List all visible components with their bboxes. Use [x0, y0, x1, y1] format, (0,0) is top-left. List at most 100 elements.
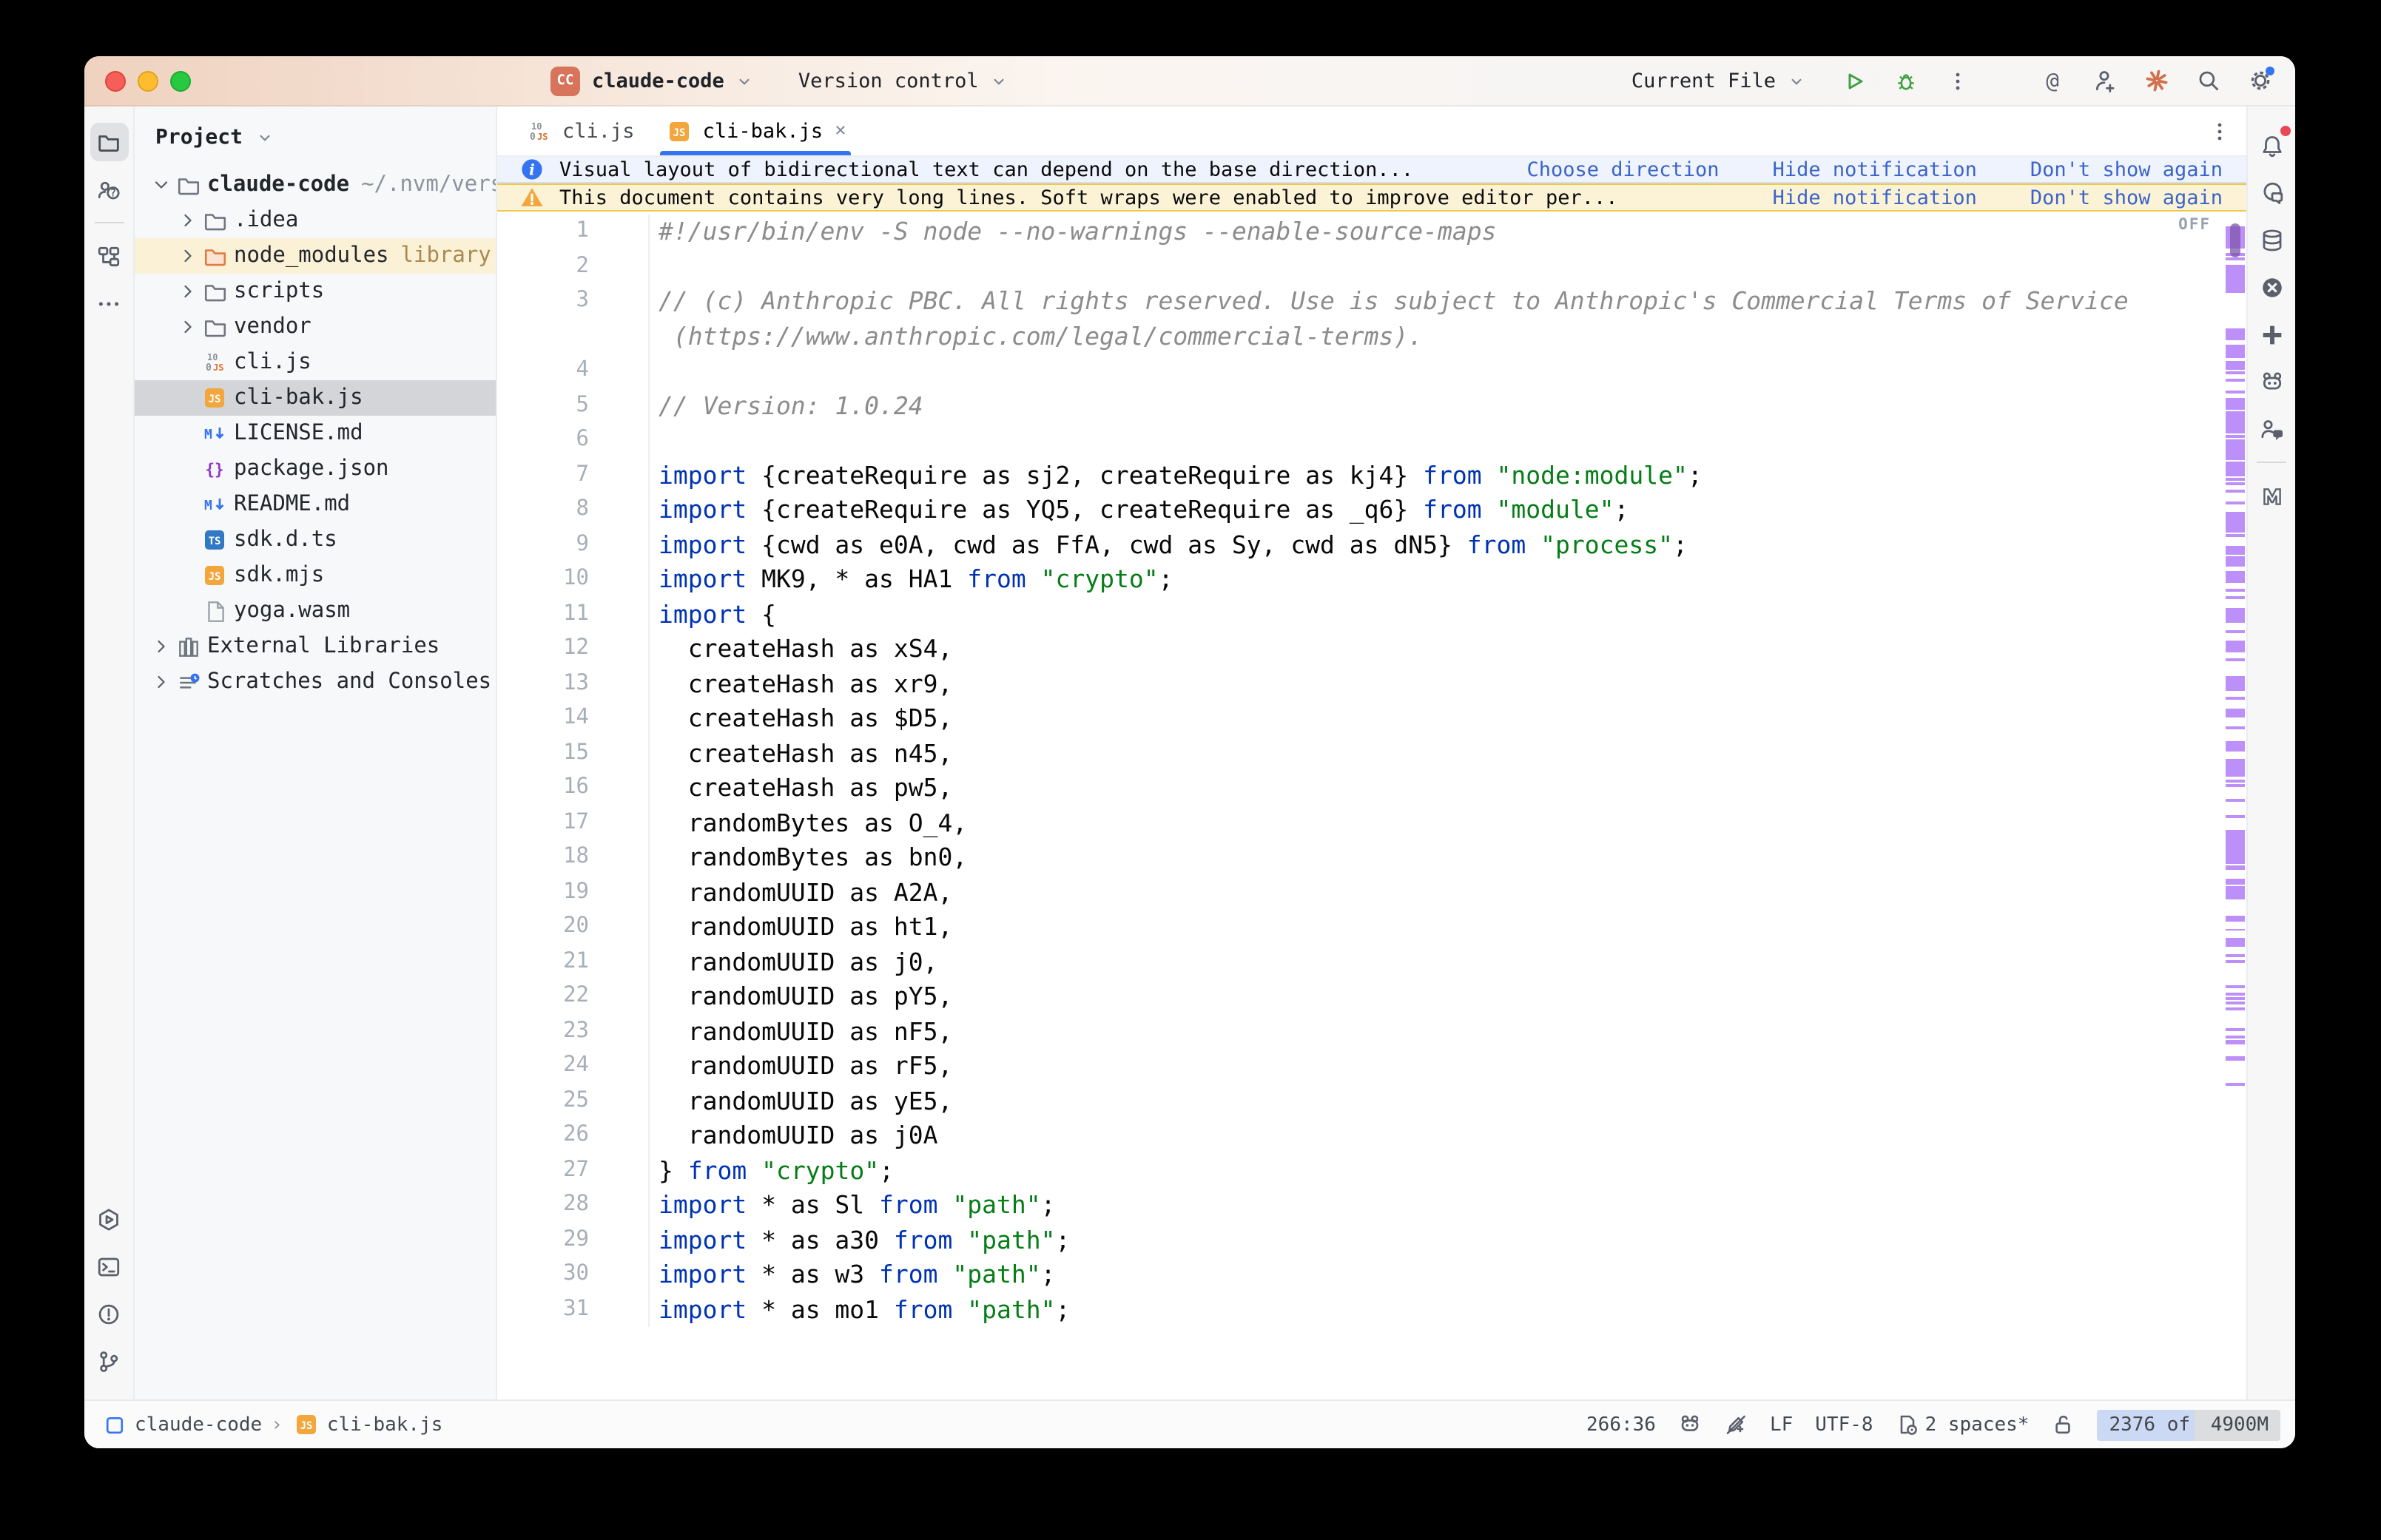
notification-banner-warning: This document contains very long lines. … — [497, 183, 2246, 212]
breadcrumb-item-claude-code[interactable]: claude-code — [99, 1414, 262, 1436]
code-line: 1#!/usr/bin/env -S node --no-warnings --… — [497, 215, 2246, 249]
tool-stripe-ai-chat-icon[interactable] — [2252, 173, 2291, 212]
vcs-change-marker — [2226, 697, 2245, 700]
tree-item-license-md[interactable]: MLICENSE.md — [135, 416, 496, 451]
tool-stripe-bell-icon[interactable] — [2252, 126, 2291, 164]
run-button[interactable] — [1839, 66, 1869, 95]
tool-stripe-more-ellipsis[interactable] — [90, 284, 128, 322]
chevron-right-icon[interactable] — [176, 246, 200, 266]
vcs-change-marker — [2226, 445, 2245, 460]
tree-item-label: sdk.mjs — [234, 564, 324, 587]
minimize-window-button[interactable] — [138, 70, 158, 91]
tree-item-package-json[interactable]: {}package.json — [135, 451, 496, 487]
tab-bar-options-icon[interactable] — [2208, 107, 2246, 155]
tool-stripe-git-branch[interactable] — [90, 1342, 128, 1380]
tree-item-yoga-wasm[interactable]: yoga.wasm — [135, 593, 496, 629]
tree-item-scratches-and-consoles[interactable]: Scratches and Consoles — [135, 664, 496, 700]
chevron-right-icon[interactable] — [176, 210, 200, 231]
code-line: 7import {createRequire as sj2, createReq… — [497, 458, 2246, 493]
caret-position-widget[interactable]: 266:36 — [1586, 1414, 1656, 1436]
tool-stripe-project-folder[interactable] — [90, 123, 128, 161]
line-separator-widget[interactable]: LF — [1770, 1414, 1793, 1436]
settings-icon[interactable] — [2245, 66, 2274, 95]
code-line: 21 randomUUID as j0, — [497, 945, 2246, 979]
encoding-widget[interactable]: UTF-8 — [1815, 1414, 1873, 1436]
tool-stripe-x-circle-icon[interactable] — [2252, 268, 2291, 306]
copilot-status-icon[interactable] — [1678, 1413, 1702, 1436]
vcs-change-marker — [2226, 482, 2245, 484]
tree-item-vendor[interactable]: vendor — [135, 309, 496, 345]
close-tab-icon[interactable]: × — [835, 120, 846, 142]
code-line: 9import {cwd as e0A, cwd as FfA, cwd as … — [497, 527, 2246, 562]
line-number: 22 — [497, 979, 595, 1014]
fold-gutter — [595, 1153, 650, 1188]
tree-item-sdk-mjs[interactable]: JSsdk.mjs — [135, 558, 496, 593]
code-text — [650, 249, 659, 284]
tree-item-cli-bak-js[interactable]: JScli-bak.js — [135, 380, 496, 416]
chevron-right-icon[interactable] — [149, 672, 173, 692]
tool-stripe-problems[interactable] — [90, 1294, 128, 1333]
memory-indicator[interactable]: 2376 of 4900M — [2097, 1409, 2280, 1440]
tool-stripe-m-plugin-icon[interactable] — [2252, 476, 2291, 515]
tool-stripe-users-question[interactable]: ? — [90, 170, 128, 209]
chevron-right-icon[interactable] — [176, 281, 200, 302]
tool-stripe-services-hexagon[interactable] — [90, 1200, 128, 1238]
vcs-change-marker — [2226, 784, 2245, 787]
tree-item--idea[interactable]: .idea — [135, 203, 496, 238]
indent-widget[interactable]: 2 spaces* — [1896, 1413, 2030, 1436]
notification-link-don-t-show-again[interactable]: Don't show again — [2030, 158, 2223, 181]
notification-link-hide-notification[interactable]: Hide notification — [1773, 158, 1977, 181]
notification-link-choose-direction[interactable]: Choose direction — [1526, 158, 1719, 181]
window-controls — [105, 70, 191, 91]
code-line: 27} from "crypto"; — [497, 1153, 2246, 1188]
scrollbar-thumb[interactable] — [2230, 223, 2240, 257]
vcs-change-marker — [2226, 589, 2245, 592]
tool-stripe-plugin-plus-icon[interactable] — [2252, 315, 2291, 354]
at-sign-icon[interactable]: @ — [2038, 66, 2067, 95]
run-configuration-selector[interactable]: Current File — [1631, 66, 1811, 95]
tree-item-node-modules[interactable]: node_moduleslibrary — [135, 238, 496, 274]
code-editor[interactable]: OFF 1#!/usr/bin/env -S node --no-warning… — [497, 212, 2246, 1399]
code-text: import {createRequire as YQ5, createRequ… — [650, 493, 1629, 527]
editor-scrollbar[interactable] — [2224, 212, 2246, 1399]
ai-starburst-icon[interactable] — [2141, 66, 2171, 95]
vcs-change-marker — [2226, 371, 2245, 374]
tree-item-scripts[interactable]: scripts — [135, 274, 496, 309]
chevron-right-icon[interactable] — [149, 636, 173, 657]
chevron-right-icon[interactable] — [176, 317, 200, 337]
tool-stripe-robot-icon[interactable] — [2252, 362, 2291, 401]
tool-stripe-users-chat-icon[interactable] — [2252, 410, 2291, 448]
more-actions-button[interactable] — [1943, 66, 1973, 95]
add-user-icon[interactable] — [2089, 66, 2119, 95]
vcs-change-marker — [2226, 676, 2245, 691]
close-window-button[interactable] — [105, 70, 126, 91]
tree-item-readme-md[interactable]: MREADME.md — [135, 487, 496, 522]
tree-item-claude-code[interactable]: claude-code~/.nvm/vers — [135, 167, 496, 203]
editor-tab-cli-js[interactable]: 100JScli.js — [509, 107, 650, 155]
vcs-menu[interactable]: Version control — [798, 66, 1014, 95]
debug-button[interactable] — [1891, 66, 1921, 95]
tree-item-cli-js[interactable]: 100JScli.js — [135, 345, 496, 380]
tree-item-external-libraries[interactable]: External Libraries — [135, 629, 496, 664]
vcs-change-marker — [2226, 328, 2245, 340]
notification-link-hide-notification[interactable]: Hide notification — [1773, 186, 1977, 209]
tool-stripe-terminal[interactable] — [90, 1247, 128, 1286]
tree-item-label: vendor — [234, 315, 311, 339]
editor-tab-cli-bak-js[interactable]: JScli-bak.js× — [650, 107, 861, 155]
notification-link-don-t-show-again[interactable]: Don't show again — [2030, 186, 2223, 209]
read-only-toggle-icon[interactable] — [2051, 1413, 2075, 1436]
tool-stripe-structure[interactable] — [90, 237, 128, 275]
breadcrumb-item-cli-bak-js[interactable]: JScli-bak.js — [292, 1413, 443, 1436]
highlight-level-icon[interactable] — [1724, 1413, 1748, 1436]
project-menu[interactable]: claude-code — [592, 66, 760, 95]
tree-item-sdk-d-ts[interactable]: TSsdk.d.ts — [135, 522, 496, 558]
code-text: createHash as xr9, — [650, 666, 952, 701]
project-panel-header[interactable]: Project — [135, 107, 496, 167]
fold-gutter — [595, 354, 650, 388]
vcs-change-marker — [2226, 1007, 2245, 1010]
line-number: 16 — [497, 771, 595, 806]
zoom-window-button[interactable] — [170, 70, 191, 91]
search-icon[interactable] — [2193, 66, 2223, 95]
tool-stripe-database-icon[interactable] — [2252, 220, 2291, 259]
chevron-down-icon[interactable] — [149, 175, 173, 195]
